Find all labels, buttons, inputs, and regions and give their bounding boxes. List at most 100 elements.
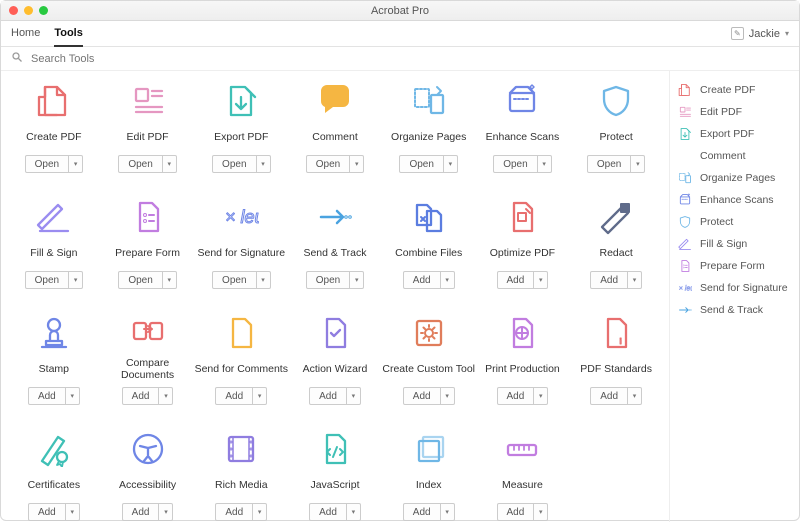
index-icon (409, 429, 449, 469)
tool-label: Optimize PDF (490, 243, 555, 265)
tool-optimize-pdf: Optimize PDF Add▾ (476, 197, 570, 289)
tool-action-menu[interactable]: ▾ (350, 155, 364, 173)
tool-action-menu[interactable]: ▾ (441, 503, 455, 521)
tool-action-button[interactable]: Open (306, 155, 350, 173)
tool-action-button[interactable]: Add (215, 503, 253, 521)
tool-compare: Compare Documents Add▾ (101, 313, 195, 405)
tool-action-menu[interactable]: ▾ (163, 155, 177, 173)
tool-action-button[interactable]: Open (306, 271, 350, 289)
tool-grid: Create PDFOpen▾Edit PDFOpen▾Export PDFOp… (1, 71, 669, 522)
tool-action-menu[interactable]: ▾ (69, 271, 83, 289)
tool-enhance-scans: Enhance ScansOpen▾ (476, 81, 570, 173)
tool-action-button[interactable]: Add (497, 271, 535, 289)
tool-action-menu[interactable]: ▾ (257, 271, 271, 289)
tool-action-button[interactable]: Open (212, 271, 256, 289)
tool-action-menu[interactable]: ▾ (159, 503, 173, 521)
tool-action-button[interactable]: Open (493, 155, 537, 173)
tool-action-menu[interactable]: ▾ (534, 387, 548, 405)
tool-prepare-form: Prepare Form Open▾ (101, 197, 195, 289)
sidebar-item-fill-sign[interactable]: Fill & Sign (676, 233, 793, 255)
tool-action-button[interactable]: Open (25, 271, 69, 289)
standards-icon (596, 313, 636, 353)
tool-action-button[interactable]: Open (25, 155, 69, 173)
tool-comment: CommentOpen▾ (288, 81, 382, 173)
tool-index: IndexAdd▾ (382, 429, 476, 521)
tool-action-menu[interactable]: ▾ (66, 387, 80, 405)
tool-stamp: StampAdd▾ (7, 313, 101, 405)
tool-send-track: Send & TrackOpen▾ (288, 197, 382, 289)
tool-action-button[interactable]: Add (215, 387, 253, 405)
sidebar-item-prepare-form[interactable]: Prepare Form (676, 255, 793, 277)
tool-action-button[interactable]: Add (309, 387, 347, 405)
tool-action-menu[interactable]: ▾ (628, 271, 642, 289)
tool-action-button[interactable]: Add (122, 387, 160, 405)
tool-action-menu[interactable]: ▾ (253, 503, 267, 521)
tool-measure: MeasureAdd▾ (476, 429, 570, 521)
tool-redact: RedactAdd▾ (569, 197, 663, 289)
tool-action-button[interactable]: Add (309, 503, 347, 521)
search-input[interactable] (31, 53, 789, 65)
tool-create-pdf: Create PDFOpen▾ (7, 81, 101, 173)
tool-action-button[interactable]: Open (212, 155, 256, 173)
tool-action-button[interactable]: Open (587, 155, 631, 173)
tool-action-menu[interactable]: ▾ (159, 387, 173, 405)
tab-home[interactable]: Home (11, 21, 40, 47)
tab-tools[interactable]: Tools (54, 21, 83, 47)
tool-export-pdf: Export PDFOpen▾ (194, 81, 288, 173)
tool-action-menu[interactable]: ▾ (534, 503, 548, 521)
tool-action-menu[interactable]: ▾ (534, 271, 548, 289)
tool-action-menu[interactable]: ▾ (444, 155, 458, 173)
sidebar-item-organize-pages[interactable]: Organize Pages (676, 167, 793, 189)
tool-action-button[interactable]: Open (118, 155, 162, 173)
sidebar-item-protect[interactable]: Protect (676, 211, 793, 233)
tool-action-button[interactable]: Add (590, 387, 628, 405)
tool-action-menu[interactable]: ▾ (66, 503, 80, 521)
tool-action-menu[interactable]: ▾ (253, 387, 267, 405)
gear-icon (409, 313, 449, 353)
tool-action-menu[interactable]: ▾ (257, 155, 271, 173)
tool-action-menu[interactable]: ▾ (628, 387, 642, 405)
tool-action-button[interactable]: Open (399, 155, 443, 173)
signature-icon (678, 281, 692, 295)
shield-icon (596, 81, 636, 121)
tool-label: Prepare Form (115, 243, 180, 265)
js-icon (315, 429, 355, 469)
tool-action-menu[interactable]: ▾ (69, 155, 83, 173)
a11y-icon (128, 429, 168, 469)
tool-action-menu[interactable]: ▾ (631, 155, 645, 173)
sidebar-item-label: Create PDF (700, 84, 755, 96)
sidebar-item-enhance-scans[interactable]: Enhance Scans (676, 189, 793, 211)
tool-action-button[interactable]: Add (28, 387, 66, 405)
sidebar-item-edit-pdf[interactable]: Edit PDF (676, 101, 793, 123)
tool-label: Compare Documents (101, 359, 195, 381)
tool-action-button[interactable]: Add (403, 387, 441, 405)
tool-action-button[interactable]: Add (122, 503, 160, 521)
tool-pdf-standards: PDF Standards Add▾ (569, 313, 663, 405)
tool-action-button[interactable]: Add (28, 503, 66, 521)
tool-action-menu[interactable]: ▾ (441, 271, 455, 289)
tool-action-button[interactable]: Add (403, 271, 441, 289)
cert-icon (34, 429, 74, 469)
tool-action-menu[interactable]: ▾ (163, 271, 177, 289)
tool-javascript: JavaScript Add▾ (288, 429, 382, 521)
sidebar-item-comment[interactable]: Comment (676, 145, 793, 167)
sidebar-item-export-pdf[interactable]: Export PDF (676, 123, 793, 145)
tool-action-menu[interactable]: ▾ (538, 155, 552, 173)
tool-action-button[interactable]: Add (497, 503, 535, 521)
tool-label: JavaScript (310, 475, 359, 497)
tool-action-button[interactable]: Open (118, 271, 162, 289)
organize-icon (409, 81, 449, 121)
tool-action-menu[interactable]: ▾ (347, 503, 361, 521)
sidebar-item-send-track[interactable]: Send & Track (676, 299, 793, 321)
tool-action-menu[interactable]: ▾ (347, 387, 361, 405)
user-menu[interactable]: ✎ Jackie ▾ (731, 27, 789, 40)
tool-action-button[interactable]: Add (497, 387, 535, 405)
sidebar-item-create-pdf[interactable]: Create PDF (676, 79, 793, 101)
tool-action-menu[interactable]: ▾ (441, 387, 455, 405)
tool-action-button[interactable]: Add (590, 271, 628, 289)
sidebar-item-send-signature[interactable]: Send for Signature (676, 277, 793, 299)
tool-action-menu[interactable]: ▾ (350, 271, 364, 289)
tool-fill-sign: Fill & SignOpen▾ (7, 197, 101, 289)
tool-label: PDF Standards (580, 359, 652, 381)
tool-action-button[interactable]: Add (403, 503, 441, 521)
